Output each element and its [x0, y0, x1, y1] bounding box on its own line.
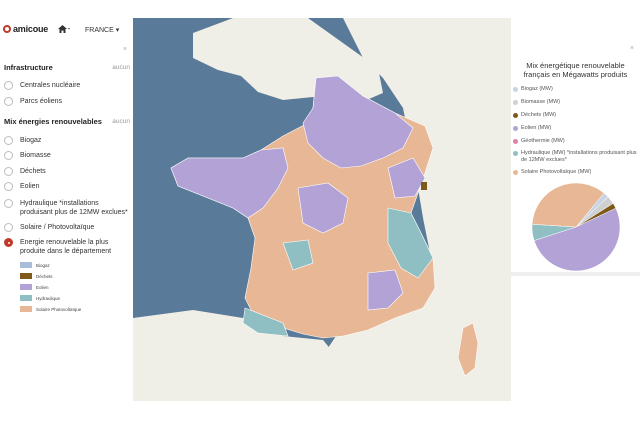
- energy-mix-pie-chart[interactable]: [531, 182, 621, 272]
- option-most-produced[interactable]: Energie renouvelable la plus produite da…: [4, 238, 130, 256]
- radio-button-selected[interactable]: [4, 238, 13, 247]
- panel-divider: [511, 272, 640, 276]
- option-wind-farms[interactable]: Parcs éoliens: [4, 97, 130, 106]
- legend-item-solaire: Solaire Photovoltaïque: [20, 306, 81, 312]
- legend-swatch: [20, 295, 32, 301]
- legend-dot: [513, 86, 518, 92]
- chart-legend-dechets: Déchets (MW): [513, 112, 637, 119]
- legend-dot: [513, 150, 518, 156]
- legend-dot: [513, 125, 518, 131]
- legend-swatch: [20, 306, 32, 312]
- chart-legend-biogaz: Biogaz (MW): [513, 86, 637, 93]
- france-map[interactable]: [133, 18, 511, 401]
- close-icon[interactable]: ×: [630, 45, 634, 52]
- radio-button[interactable]: [4, 151, 13, 160]
- option-biogaz[interactable]: Biogaz: [4, 136, 130, 145]
- energy-mix-none-link[interactable]: aucun: [112, 118, 130, 125]
- energy-mix-panel: × Mix énergétique renouvelable français …: [511, 42, 640, 272]
- chart-legend-biomasse: Biomasse (MW): [513, 99, 637, 106]
- infrastructure-title: Infrastructure: [4, 63, 53, 72]
- energy-mix-title: Mix énergies renouvelables: [4, 117, 102, 126]
- legend-item-biogaz: Biogaz: [20, 262, 50, 268]
- infrastructure-none-link[interactable]: aucun: [112, 64, 130, 71]
- logo-text: amicoue: [13, 24, 49, 34]
- map-view[interactable]: [133, 18, 511, 401]
- energy-mix-chart-title: Mix énergétique renouvelable français en…: [523, 61, 628, 79]
- radio-button[interactable]: [4, 136, 13, 145]
- country-dropdown[interactable]: FRANCE ▾: [85, 26, 119, 34]
- legend-dot: [513, 99, 518, 105]
- radio-button[interactable]: [4, 167, 13, 176]
- option-nuclear-plants[interactable]: Centrales nucléaire: [4, 81, 130, 90]
- legend-item-eolien: Eolien: [20, 284, 49, 290]
- legend-swatch: [20, 284, 32, 290]
- radio-button[interactable]: [4, 199, 13, 208]
- legend-dot: [513, 138, 518, 144]
- chart-legend-hydraulique: Hydraulique (MW) *installations produisa…: [513, 150, 637, 163]
- option-hydraulique[interactable]: Hydraulique *installations produisant pl…: [4, 199, 130, 217]
- radio-button[interactable]: [4, 97, 13, 106]
- home-icon: [58, 25, 70, 33]
- legend-dot: [513, 169, 518, 175]
- radio-button[interactable]: [4, 223, 13, 232]
- option-solaire[interactable]: Solaire / Photovoltaïque: [4, 223, 130, 232]
- logo-icon: [3, 25, 11, 33]
- chart-legend-solaire: Solaire Photovoltaïque (MW): [513, 169, 637, 176]
- home-menu-button[interactable]: [57, 24, 71, 37]
- legend-swatch: [20, 262, 32, 268]
- legend-item-hydraulique: Hydraulique: [20, 295, 60, 301]
- legend-dot: [513, 112, 518, 118]
- option-eolien[interactable]: Eolien: [4, 182, 130, 191]
- option-biomasse[interactable]: Biomasse: [4, 151, 130, 160]
- radio-button[interactable]: [4, 81, 13, 90]
- app-logo[interactable]: amicoue: [3, 24, 48, 34]
- radio-button[interactable]: [4, 182, 13, 191]
- top-bar: amicoue FRANCE ▾: [0, 0, 133, 42]
- legend-swatch: [20, 273, 32, 279]
- chart-legend-eolien: Eolien (MW): [513, 125, 637, 132]
- close-icon[interactable]: ×: [123, 46, 127, 53]
- chart-legend-geothermie: Géothermie (MW): [513, 138, 637, 145]
- option-dechets[interactable]: Déchets: [4, 167, 130, 176]
- dechets-zone: [421, 182, 427, 190]
- layers-panel: × Infrastructure aucun Centrales nucléai…: [0, 42, 133, 427]
- legend-item-dechets: Déchets: [20, 273, 53, 279]
